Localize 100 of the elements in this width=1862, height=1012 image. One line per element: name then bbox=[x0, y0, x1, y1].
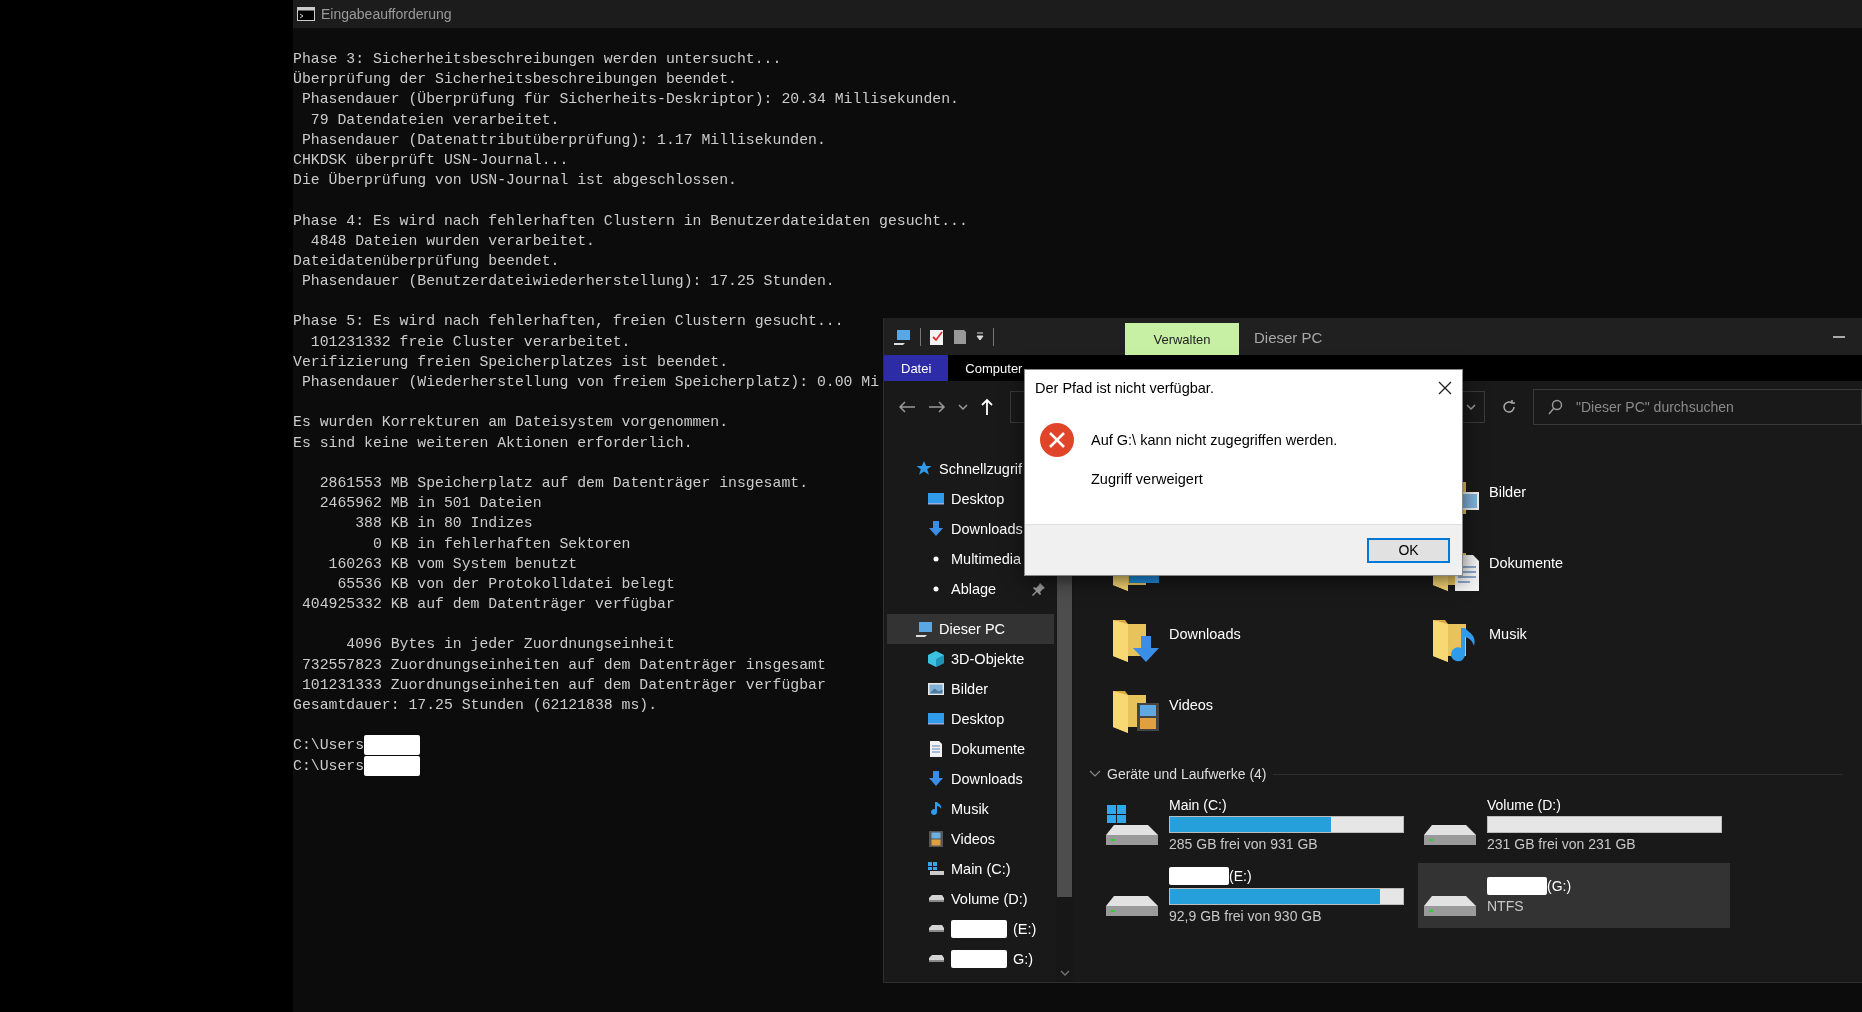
nav-item[interactable]: Main (C:) bbox=[887, 854, 1054, 884]
ok-button[interactable]: OK bbox=[1367, 537, 1450, 563]
console-line: Phase 4: Es wird nach fehlerhaften Clustern in Benutzerdateidaten gesucht... bbox=[293, 211, 968, 231]
context-tab[interactable]: Verwalten bbox=[1125, 323, 1239, 355]
folder-item[interactable]: Musik bbox=[1431, 614, 1751, 685]
console-line: 2465962 MB in 501 Dateien bbox=[318, 494, 542, 514]
drive-item[interactable]: (E:) 92,9 GB frei von 930 GB bbox=[1100, 863, 1412, 928]
nav-item[interactable]: Desktop bbox=[887, 704, 1054, 734]
minimize-icon bbox=[1833, 335, 1845, 338]
drive-icon bbox=[927, 925, 945, 933]
nav-item[interactable]: Videos bbox=[887, 824, 1054, 854]
download-icon bbox=[927, 520, 945, 538]
free-space: 231 GB frei von 231 GB bbox=[1487, 836, 1637, 852]
console-line: Phasendauer (Datenattributüberprüfung): 1.17 Millisekunden. bbox=[300, 130, 826, 150]
window-title: Dieser PC bbox=[1254, 329, 1323, 346]
console-line: 160263 KB vom System benutzt bbox=[327, 554, 578, 574]
console-line: 65536 KB von der Protokolldatei belegt bbox=[336, 574, 675, 594]
folder-item[interactable]: Videos bbox=[1111, 685, 1431, 756]
close-button[interactable] bbox=[1438, 381, 1452, 395]
film-icon bbox=[927, 830, 945, 848]
search-field[interactable]: "Dieser PC" durchsuchen bbox=[1533, 388, 1862, 425]
console-line: Dateidatenüberprüfung beendet. bbox=[293, 251, 560, 271]
nav-item[interactable]: 3D-Objekte bbox=[887, 644, 1054, 674]
console-line: 4848 Dateien wurden verarbeitet. bbox=[309, 231, 595, 251]
drive-icon bbox=[1105, 803, 1159, 846]
console-line: 79 Datendateien verarbeitet. bbox=[309, 110, 560, 130]
folder-icon[interactable] bbox=[953, 328, 967, 345]
drive-item[interactable]: Volume (D:) 231 GB frei von 231 GB bbox=[1418, 792, 1730, 857]
console-line: Phase 5: Es wird nach fehlerhaften, freien Clustern gesucht... bbox=[293, 312, 844, 332]
drive-item[interactable]: (G:) NTFS bbox=[1418, 863, 1730, 928]
ribbon-tab[interactable]: Datei bbox=[884, 355, 949, 381]
drive-label: Volume (D:) bbox=[1487, 797, 1561, 813]
console-line: 4096 Bytes in jeder Zuordnungseinheit bbox=[345, 635, 675, 655]
nav-item[interactable]: G:) bbox=[887, 944, 1054, 974]
console-line: 101231332 freie Cluster verarbeitet. bbox=[309, 332, 631, 352]
console-line: Es wurden Korrekturen am Dateisystem vorgenommen. bbox=[293, 413, 729, 433]
console-line: Gesamtdauer: 17.25 Stunden (62121838 ms). bbox=[293, 696, 658, 715]
drive-icon bbox=[1105, 894, 1159, 917]
console-icon bbox=[297, 7, 315, 21]
error-detail: Zugriff verweigert bbox=[1091, 470, 1204, 488]
image-icon bbox=[927, 680, 945, 698]
drive-icon bbox=[1423, 823, 1477, 846]
console-line: 404925332 KB auf dem Datenträger verfügbar bbox=[300, 595, 675, 615]
window-title: Eingabeaufforderung bbox=[321, 6, 452, 22]
console-line: 732557823 Zuordnungseinheiten auf dem Datenträger insgesamt bbox=[300, 655, 826, 675]
console-line: CHKDSK überprüft USN-Journal... bbox=[293, 150, 569, 170]
download-icon bbox=[927, 770, 945, 788]
dot-icon bbox=[933, 586, 939, 592]
drive-label: (G:) bbox=[1547, 878, 1572, 894]
chevron-icon[interactable] bbox=[1059, 970, 1070, 976]
nav-item[interactable]: Ablage bbox=[887, 574, 1054, 604]
nav-item[interactable]: Musik bbox=[887, 794, 1054, 824]
dot-icon bbox=[933, 556, 939, 562]
drive-label: Main (C:) bbox=[1169, 797, 1227, 813]
document-icon bbox=[927, 740, 945, 758]
drive-icon bbox=[927, 895, 945, 903]
console-line: C:\Users bbox=[293, 756, 365, 776]
error-message: Auf G:\ kann nicht zugegriffen werden. bbox=[1091, 431, 1338, 449]
search-icon bbox=[1547, 398, 1563, 415]
console-line: 2861553 MB Speicherplatz auf dem Datenträger insgesamt. bbox=[318, 473, 808, 493]
cube-icon bbox=[927, 650, 945, 668]
drive-label: (E:) bbox=[1229, 868, 1252, 884]
nav-item[interactable]: (E:) bbox=[887, 914, 1054, 944]
console-line: Phasendauer (Benutzerdateiwiederherstellung): 17.25 Stunden. bbox=[300, 272, 835, 292]
console-line: 388 KB in 80 Indizes bbox=[354, 514, 533, 534]
drive-item[interactable]: Main (C:) 285 GB frei von 931 GB bbox=[1100, 792, 1412, 857]
console-line: Phasendauer (Wiederherstellung von freiem Speicherplatz): 0.00 Mi bbox=[300, 373, 880, 392]
star-icon bbox=[915, 460, 933, 478]
section-header: Geräte und Laufwerke (4) bbox=[1107, 766, 1267, 782]
back-button[interactable] bbox=[898, 399, 916, 414]
nav-item[interactable]: Bilder bbox=[887, 674, 1054, 704]
chevron-icon[interactable] bbox=[1089, 770, 1101, 778]
console-line: Phase 3: Sicherheitsbeschreibungen werden untersucht... bbox=[293, 50, 782, 69]
nav-item[interactable]: Dokumente bbox=[887, 734, 1054, 764]
nav-item[interactable]: Volume (D:) bbox=[887, 884, 1054, 914]
free-space: 92,9 GB frei von 930 GB bbox=[1169, 908, 1323, 924]
computer-icon[interactable] bbox=[892, 327, 912, 346]
console-line: 101231333 Zuordnungseinheiten auf dem Datenträger verfügbar bbox=[300, 675, 826, 695]
drive-icon bbox=[927, 955, 945, 963]
history-button[interactable] bbox=[958, 403, 968, 410]
folder-item[interactable]: Downloads bbox=[1111, 614, 1431, 685]
console-line: 0 KB in fehlerhaften Sektoren bbox=[371, 534, 631, 554]
free-space: 285 GB frei von 931 GB bbox=[1169, 836, 1319, 852]
nav-item[interactable]: Dieser PC bbox=[887, 614, 1054, 644]
console-line: Phasendauer (Überprüfung für Sicherheits-Deskriptor): 20.34 Millisekunden. bbox=[300, 90, 959, 110]
forward-button[interactable] bbox=[928, 399, 946, 414]
console-line: Überprüfung der Sicherheitsbeschreibungen beendet. bbox=[293, 70, 737, 90]
up-button[interactable] bbox=[980, 397, 994, 416]
drive-icon bbox=[1423, 894, 1477, 917]
refresh-icon bbox=[1501, 398, 1517, 415]
monitor-icon bbox=[927, 490, 945, 508]
console-line: C:\Users bbox=[293, 736, 365, 756]
error-icon bbox=[1039, 422, 1075, 458]
nav-item[interactable]: Downloads bbox=[887, 764, 1054, 794]
drive-icon bbox=[927, 860, 945, 878]
properties-icon[interactable] bbox=[929, 327, 945, 346]
console-line: Verifizierung freien Speicherplatzes ist beendet. bbox=[293, 352, 729, 372]
console-line: Die Überprüfung von USN-Journal ist abgeschlossen. bbox=[293, 171, 737, 191]
dialog-title: Der Pfad ist nicht verfügbar. bbox=[1035, 380, 1215, 396]
caret-icon[interactable] bbox=[975, 331, 985, 342]
